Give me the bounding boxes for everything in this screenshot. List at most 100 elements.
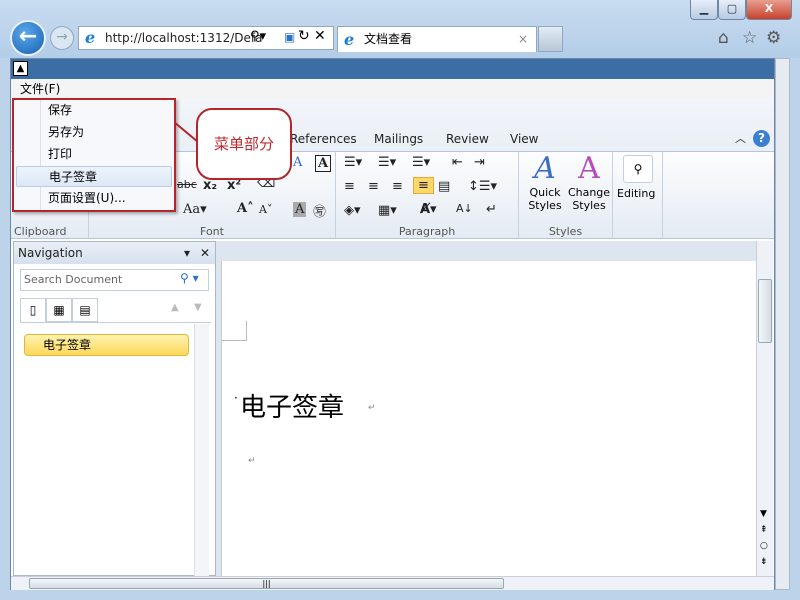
address-bar[interactable]: e http://localhost:1312/Defa bbox=[78, 26, 334, 50]
paragraph-mark: ↵ bbox=[368, 403, 376, 413]
collapse-ribbon-icon[interactable]: ︿ bbox=[735, 129, 746, 149]
document-page[interactable]: 电子签章 · ↵ ↵ bbox=[221, 261, 756, 576]
maximize-button[interactable]: ▢ bbox=[718, 0, 746, 20]
menu-item-save[interactable]: 保存 bbox=[16, 100, 172, 121]
scroll-down-icon[interactable]: ▼ bbox=[760, 509, 767, 519]
find-icon[interactable]: ⚲ bbox=[623, 155, 653, 183]
close-pane-icon[interactable]: ✕ bbox=[200, 242, 210, 264]
search-icon[interactable]: ⚲▾ bbox=[250, 29, 266, 44]
group-editing: ⚲ Editing bbox=[613, 152, 663, 239]
browser-chrome: ▁ ▢ X ← → e http://localhost:1312/Defa ⚲… bbox=[0, 0, 800, 58]
superscript-icon[interactable]: x² bbox=[227, 178, 241, 193]
app-icon: ▲ bbox=[13, 61, 28, 76]
tab-mailings[interactable]: Mailings bbox=[374, 129, 423, 149]
browser-scrollbar[interactable] bbox=[775, 58, 790, 590]
justify-icon[interactable]: ≡ bbox=[413, 177, 434, 194]
close-tab-icon[interactable]: × bbox=[518, 27, 528, 52]
change-case-icon[interactable]: Aa▾ bbox=[183, 202, 207, 217]
margin-corner-mark bbox=[222, 321, 247, 341]
minimize-button[interactable]: ▁ bbox=[690, 0, 718, 20]
url-text: http://localhost:1312/Defa bbox=[105, 31, 263, 45]
styles-label: Styles bbox=[548, 225, 583, 238]
multilevel-list-icon[interactable]: ☰▾ bbox=[412, 155, 430, 170]
heading-item[interactable]: 电子签章 bbox=[24, 334, 189, 356]
change-styles-label: Change bbox=[567, 186, 611, 199]
decrease-indent-icon[interactable]: ⇤ bbox=[452, 155, 463, 170]
navigation-title: Navigation bbox=[18, 246, 83, 260]
enclose-characters-icon[interactable]: ㊢ bbox=[313, 201, 326, 220]
close-window-button[interactable]: X bbox=[746, 0, 792, 20]
browse-pages-tab[interactable]: ▦ bbox=[46, 298, 72, 322]
home-icon[interactable]: ⌂ bbox=[718, 28, 729, 48]
change-styles-button[interactable]: A Change Styles bbox=[567, 152, 611, 224]
menu-item-e-signature[interactable]: 电子签章 bbox=[16, 166, 172, 187]
character-shading-icon[interactable]: A bbox=[293, 202, 307, 217]
tab-references[interactable]: References bbox=[290, 129, 357, 149]
navigation-scrollbar[interactable] bbox=[194, 324, 209, 576]
app-title-bar: ▲ bbox=[11, 59, 774, 79]
align-right-icon[interactable]: ≡ bbox=[392, 179, 403, 194]
horizontal-scrollbar[interactable]: ||| bbox=[11, 576, 774, 590]
menu-item-print[interactable]: 打印 bbox=[16, 144, 172, 165]
line-spacing-icon[interactable]: ↕☰▾ bbox=[468, 179, 497, 194]
borders-icon[interactable]: ▦▾ bbox=[378, 203, 397, 218]
menu-bar: 文件(F) bbox=[11, 79, 774, 99]
compatibility-icon[interactable]: ▣ bbox=[284, 30, 295, 44]
character-border-icon[interactable]: A bbox=[315, 155, 332, 172]
scroll-thumb[interactable] bbox=[758, 279, 772, 343]
menu-item-save-as[interactable]: 另存为 bbox=[16, 122, 172, 143]
next-page-icon[interactable]: ⇟ bbox=[760, 557, 768, 567]
asian-layout-icon[interactable]: Ⱥ▾ bbox=[420, 202, 437, 217]
subscript-icon[interactable]: x₂ bbox=[203, 178, 217, 193]
browser-tab[interactable]: e 文档查看 × bbox=[337, 26, 537, 52]
browse-results-tab[interactable]: ▤ bbox=[72, 298, 98, 322]
group-paragraph: ☰▾ ☰▾ ☰▾ ⇤ ⇥ ≡ ≡ ≡ ≡ ▤ ↕☰▾ ◈▾ ▦▾ Ⱥ▾ A↓ ↵… bbox=[336, 152, 519, 239]
quick-styles-button[interactable]: A Quick Styles bbox=[523, 152, 567, 224]
numbering-icon[interactable]: ☰▾ bbox=[378, 155, 396, 170]
stop-icon[interactable]: ✕ bbox=[314, 28, 326, 44]
grow-font-icon[interactable]: A˄ bbox=[237, 201, 254, 216]
annotation-callout: 菜单部分 bbox=[196, 108, 292, 180]
help-icon[interactable]: ? bbox=[753, 130, 770, 147]
document-heading: 电子签章 bbox=[240, 393, 345, 423]
increase-indent-icon[interactable]: ⇥ bbox=[474, 155, 485, 170]
tab-review[interactable]: Review bbox=[446, 129, 489, 149]
scroll-thumb[interactable]: ||| bbox=[29, 578, 504, 589]
ie-icon: e bbox=[85, 28, 96, 47]
previous-heading-icon[interactable]: ▲ bbox=[171, 302, 179, 313]
gear-icon[interactable]: ⚙ bbox=[766, 28, 781, 48]
strikethrough-icon[interactable]: abc bbox=[177, 178, 197, 191]
quick-styles-label-2: Styles bbox=[528, 199, 562, 212]
bullets-icon[interactable]: ☰▾ bbox=[344, 155, 362, 170]
align-center-icon[interactable]: ≡ bbox=[368, 179, 379, 194]
show-marks-icon[interactable]: ↵ bbox=[486, 202, 497, 217]
back-button[interactable]: ← bbox=[10, 20, 46, 56]
pane-options-icon[interactable]: ▾ bbox=[184, 242, 190, 264]
tab-view[interactable]: View bbox=[510, 129, 538, 149]
previous-page-icon[interactable]: ⇞ bbox=[760, 525, 768, 535]
align-left-icon[interactable]: ≡ bbox=[344, 179, 355, 194]
menu-item-page-setup[interactable]: 页面设置(U)... bbox=[16, 188, 172, 209]
change-styles-icon: A bbox=[578, 151, 600, 186]
group-styles: A Quick Styles A Change Styles Styles bbox=[519, 152, 613, 239]
favorites-icon[interactable]: ☆ bbox=[742, 28, 757, 48]
menu-file[interactable]: 文件(F) bbox=[20, 82, 60, 96]
new-tab-button[interactable] bbox=[538, 26, 563, 52]
refresh-icon[interactable]: ↻ bbox=[298, 28, 310, 44]
forward-button[interactable]: → bbox=[50, 26, 74, 50]
distributed-icon[interactable]: ▤ bbox=[438, 179, 450, 194]
browse-headings-tab[interactable]: ▯ bbox=[20, 298, 46, 322]
shading-icon[interactable]: ◈▾ bbox=[344, 203, 361, 218]
shrink-font-icon[interactable]: A˅ bbox=[259, 203, 272, 216]
next-heading-icon[interactable]: ▼ bbox=[194, 302, 202, 313]
sort-icon[interactable]: A↓ bbox=[456, 202, 473, 215]
text-effects-icon[interactable]: A bbox=[293, 155, 302, 170]
document-vertical-scrollbar[interactable]: ▼ ⇞ ○ ⇟ bbox=[756, 241, 773, 576]
font-label: Font bbox=[200, 225, 224, 238]
editing-button[interactable]: Editing bbox=[617, 187, 655, 200]
browse-object-icon[interactable]: ○ bbox=[760, 541, 768, 551]
tab-title: 文档查看 bbox=[364, 32, 413, 46]
paragraph-label: Paragraph bbox=[398, 225, 456, 238]
quick-styles-label: Quick bbox=[529, 186, 561, 199]
search-icon[interactable]: ⚲ ▾ bbox=[180, 271, 199, 285]
